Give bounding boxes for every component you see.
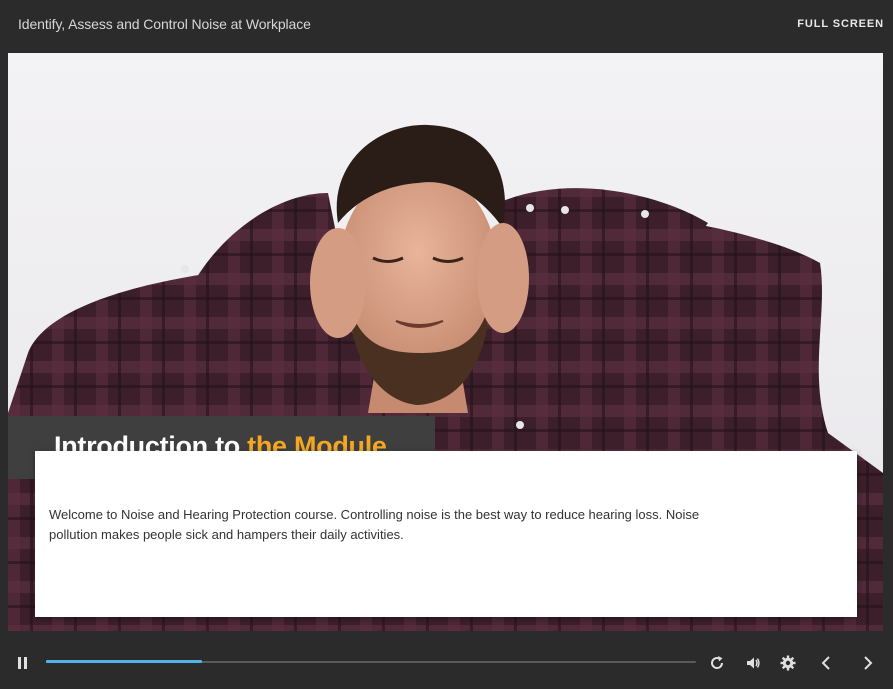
settings-icon: [780, 655, 796, 671]
header-bar: Identify, Assess and Control Noise at Wo…: [0, 0, 893, 52]
slide-body-text: Welcome to Noise and Hearing Protection …: [49, 507, 700, 542]
settings-button[interactable]: [778, 653, 798, 673]
next-slide-button[interactable]: [858, 653, 878, 673]
pause-button[interactable]: [14, 654, 32, 672]
slide-text-card: Welcome to Noise and Hearing Protection …: [35, 451, 857, 617]
chevron-left-icon: [821, 656, 830, 670]
chevron-right-icon: [864, 656, 873, 670]
progress-fill: [46, 660, 202, 663]
fullscreen-button[interactable]: FULL SCREEN: [797, 18, 884, 30]
volume-icon: [747, 657, 760, 669]
previous-slide-button[interactable]: [816, 653, 836, 673]
replay-icon: [711, 656, 724, 669]
volume-button[interactable]: [743, 653, 763, 673]
course-title: Identify, Assess and Control Noise at Wo…: [18, 16, 311, 32]
progress-bar[interactable]: [46, 660, 696, 663]
player-controls: [0, 632, 893, 689]
pause-icon: [18, 657, 27, 669]
replay-button[interactable]: [707, 653, 727, 673]
